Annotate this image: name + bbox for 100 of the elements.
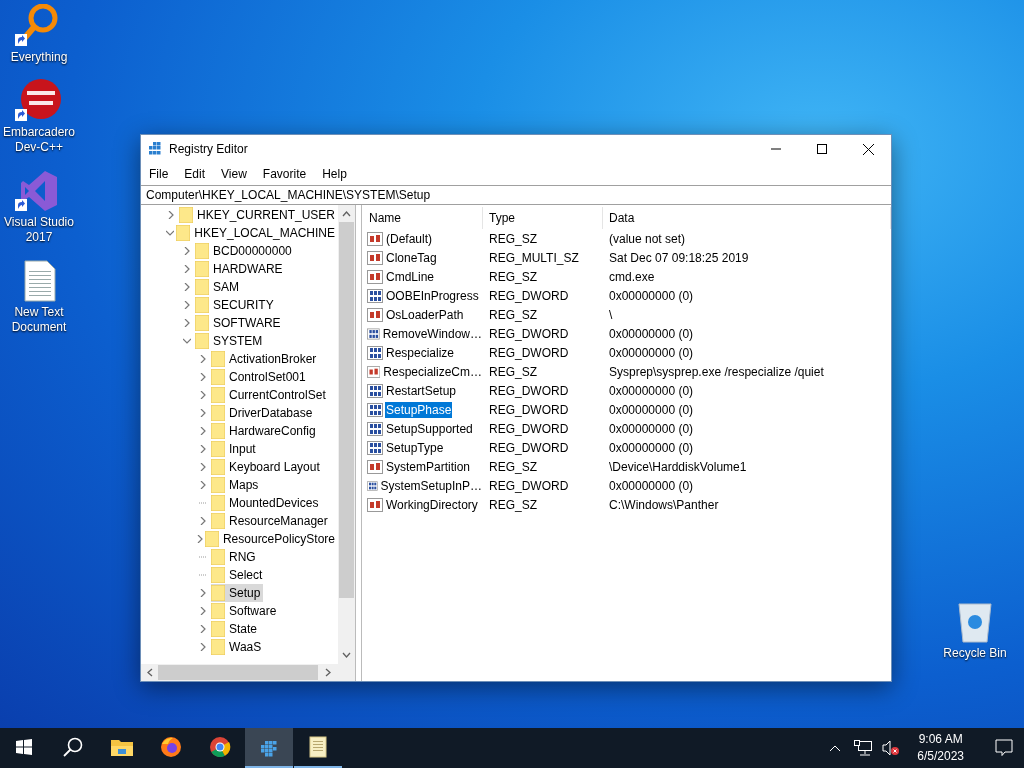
menu-item[interactable]: Help (320, 165, 349, 183)
chevron-right-icon[interactable] (199, 463, 207, 471)
chevron-right-icon[interactable] (199, 517, 207, 525)
chevron-right-icon[interactable] (199, 589, 207, 597)
chevron-right-icon[interactable] (199, 427, 207, 435)
value-name[interactable]: SetupPhase (385, 401, 453, 418)
tree-item[interactable]: ResourcePolicyStore (204, 530, 338, 548)
value-name[interactable]: SetupType (385, 439, 445, 456)
table-cell-text: Sysprep\sysprep.exe /respecialize /quiet (608, 364, 825, 379)
value-name[interactable]: OsLoaderPath (385, 306, 465, 323)
value-name[interactable]: SetupSupported (385, 420, 474, 437)
table-cell-text: C:\Windows\Panther (608, 497, 720, 512)
value-name[interactable]: RestartSetup (385, 382, 458, 399)
registry-icon (149, 142, 163, 156)
tree-item[interactable]: HardwareConfig (211, 422, 319, 440)
chevron-right-icon[interactable] (199, 607, 207, 615)
tree-item[interactable]: Software (211, 602, 280, 620)
chevron-right-icon[interactable] (183, 319, 191, 327)
binary-value-icon (367, 287, 383, 304)
value-name[interactable]: CloneTag (385, 249, 438, 266)
folder-icon (178, 207, 193, 223)
chevron-right-icon[interactable] (199, 355, 207, 363)
tree-item[interactable]: BCD00000000 (195, 242, 295, 260)
value-name[interactable]: (Default) (385, 230, 433, 247)
folder-icon (211, 351, 225, 367)
value-name[interactable]: Respecialize (385, 344, 456, 361)
menu-item[interactable]: View (219, 165, 249, 183)
desktop-icon-label[interactable]: New Text Document (1, 305, 77, 335)
menu-item[interactable]: Edit (182, 165, 208, 183)
chevron-right-icon[interactable] (183, 301, 191, 309)
tree-line (199, 556, 207, 558)
table-cell-text: REG_SZ (488, 231, 538, 246)
scrollbar[interactable] (338, 205, 355, 664)
chevron-right-icon[interactable] (199, 373, 207, 381)
folder-icon (211, 405, 225, 421)
address-field[interactable]: Computer\HKEY_LOCAL_MACHINE\SYSTEM\Setup (141, 185, 891, 205)
tree-item[interactable]: SOFTWARE (195, 314, 284, 332)
folder-icon (211, 567, 225, 583)
value-name[interactable]: CmdLine (385, 268, 436, 285)
value-name[interactable]: RemoveWindow… (381, 325, 483, 342)
recycle-bin-icon (955, 600, 995, 644)
table-cell-text: 0x00000000 (0) (608, 402, 695, 417)
value-name[interactable]: WorkingDirectory (385, 496, 479, 513)
menu-item[interactable]: Favorite (260, 165, 309, 183)
tree-line (199, 502, 207, 504)
chevron-down-icon[interactable] (165, 229, 174, 237)
chevron-right-icon[interactable] (199, 481, 207, 489)
chevron-right-icon[interactable] (195, 535, 204, 543)
tree-item[interactable]: RNG (211, 548, 259, 566)
tree-item[interactable]: ControlSet001 (211, 368, 309, 386)
folder-icon (195, 315, 209, 331)
value-name[interactable]: SystemPartition (385, 458, 472, 475)
tree-item[interactable]: ResourceManager (211, 512, 331, 530)
column-header[interactable]: Data (603, 207, 891, 229)
binary-value-icon (367, 344, 383, 361)
desktop-icon-label[interactable]: Embarcadero Dev-C++ (1, 125, 77, 155)
chevron-right-icon[interactable] (199, 391, 207, 399)
desktop-icon-label[interactable]: Visual Studio 2017 (1, 215, 77, 245)
tree-item[interactable]: Keyboard Layout (211, 458, 323, 476)
folder-icon (211, 621, 225, 637)
column-header[interactable]: Name (363, 207, 483, 229)
chevron-right-icon[interactable] (199, 445, 207, 453)
chevron-right-icon[interactable] (183, 283, 191, 291)
tree-item[interactable]: Select (211, 566, 266, 584)
tree-item[interactable]: HKEY_CURRENT_USER (178, 206, 338, 224)
chevron-right-icon[interactable] (183, 265, 191, 273)
tree-item[interactable]: WaaS (211, 638, 265, 656)
tree-item[interactable]: Maps (211, 476, 262, 494)
value-name[interactable]: SystemSetupInP… (379, 477, 483, 494)
chevron-right-icon[interactable] (167, 211, 175, 219)
value-name[interactable]: OOBEInProgress (385, 287, 480, 304)
value-name[interactable]: RespecializeCm… (382, 363, 483, 380)
tree-item[interactable]: SYSTEM (195, 332, 266, 350)
tree-item[interactable]: SAM (195, 278, 242, 296)
chevron-right-icon[interactable] (199, 409, 207, 417)
tree-item[interactable]: CurrentControlSet (211, 386, 329, 404)
tree-item[interactable]: ActivationBroker (211, 350, 320, 368)
folder-icon (211, 441, 225, 457)
string-value-icon (367, 363, 381, 380)
table-cell-text: REG_DWORD (488, 440, 570, 455)
scrollbar[interactable] (141, 664, 355, 681)
chevron-right-icon[interactable] (199, 625, 207, 633)
desktop-icon-label[interactable]: Recycle Bin (937, 646, 1013, 661)
chevron-right-icon[interactable] (199, 643, 207, 651)
tree-item[interactable]: State (211, 620, 261, 638)
tree-item[interactable]: SECURITY (195, 296, 277, 314)
chevron-down-icon[interactable] (183, 337, 191, 345)
tree-item[interactable]: DriverDatabase (211, 404, 316, 422)
tree-item[interactable]: HARDWARE (195, 260, 286, 278)
column-header[interactable]: Type (483, 207, 603, 229)
tree-item[interactable]: MountedDevices (211, 494, 322, 512)
chevron-right-icon[interactable] (183, 247, 191, 255)
menu-item[interactable]: File (147, 165, 171, 183)
tree-item[interactable]: HKEY_LOCAL_MACHINE (176, 224, 338, 242)
desktop-icon-label[interactable]: Everything (1, 50, 77, 65)
tree-item[interactable]: Input (211, 440, 259, 458)
tree-item[interactable]: Setup (211, 584, 264, 602)
folder-icon (176, 225, 191, 241)
folder-icon (195, 333, 209, 349)
clock[interactable]: 9:06 AM 6/5/2023 (907, 731, 974, 765)
